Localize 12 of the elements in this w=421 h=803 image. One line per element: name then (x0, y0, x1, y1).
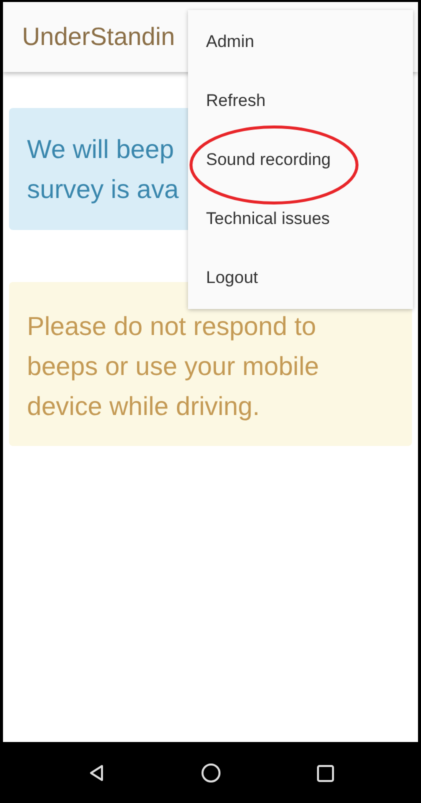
message-text: We will beep (27, 133, 174, 166)
message-text: device while driving. (27, 390, 260, 423)
menu-item[interactable]: Logout (206, 268, 258, 288)
menu-item[interactable]: Technical issues (206, 208, 330, 228)
home-icon[interactable] (200, 762, 222, 784)
message-text: Please do not respond to (27, 310, 316, 343)
menu-item[interactable]: Admin (206, 32, 254, 52)
app-title: UnderStandin (22, 22, 175, 52)
message-text: beeps or use your mobile (27, 350, 319, 383)
menu-item[interactable]: Refresh (206, 90, 266, 110)
message-text: survey is ava (27, 173, 179, 206)
menu-item[interactable]: Sound recording (206, 150, 331, 170)
